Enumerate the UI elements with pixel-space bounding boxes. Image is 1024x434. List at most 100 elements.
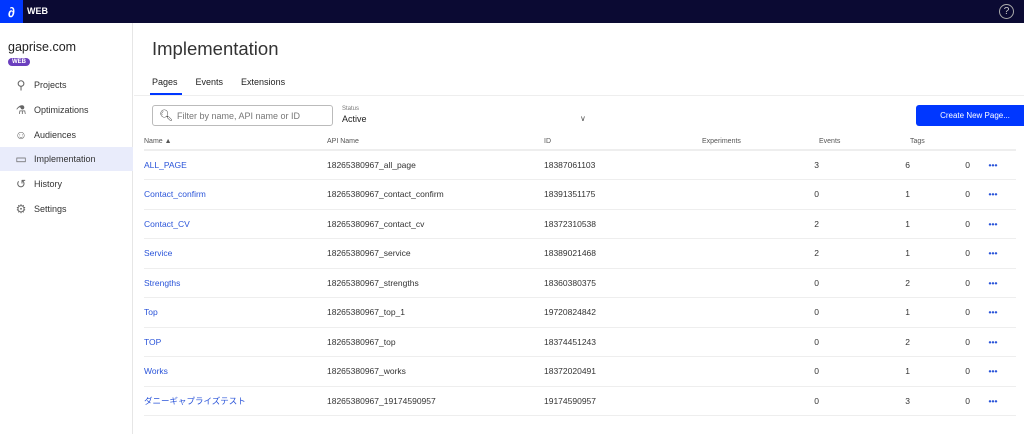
page-id: 18372310538 [544, 209, 702, 239]
status-dropdown[interactable]: Status Active ∨ [342, 106, 586, 124]
page-name-link[interactable]: Strengths [144, 268, 327, 298]
experiments-count: 0 [702, 327, 819, 357]
events-count: 1 [819, 238, 910, 269]
page-id: 18374451243 [544, 327, 702, 357]
column-header-tags[interactable]: Tags [910, 134, 970, 151]
tags-count: 0 [910, 297, 970, 328]
main-content: Implementation Pages Events Extensions 🔍… [134, 23, 1024, 434]
page-name-link[interactable]: Service [144, 238, 327, 269]
divider [134, 95, 1024, 96]
events-count: 2 [819, 327, 910, 357]
experiments-count: 3 [702, 150, 819, 180]
search-input[interactable]: 🔍︎ Filter by name, API name or ID [152, 105, 333, 126]
tab-pages[interactable]: Pages [150, 77, 182, 95]
column-header-api-name[interactable]: API Name [327, 134, 544, 151]
status-value: Active [342, 114, 367, 124]
experiments-count: 2 [702, 209, 819, 239]
api-name: 18265380967_service [327, 238, 544, 269]
table-row: Contact_CV 18265380967_contact_cv 183723… [144, 209, 1016, 239]
more-actions-icon[interactable]: ••• [970, 268, 1016, 298]
help-icon[interactable]: ? [999, 4, 1014, 19]
platform-badge: WEB [8, 58, 30, 66]
experiments-count: 0 [702, 386, 819, 416]
tags-count: 0 [910, 238, 970, 269]
sidebar-item-label: Implementation [34, 154, 96, 165]
table-row: Contact_confirm 18265380967_contact_conf… [144, 179, 1016, 210]
table-row: Top 18265380967_top_1 19720824842 0 1 0 … [144, 297, 1016, 328]
page-name-link[interactable]: Top [144, 297, 327, 328]
page-name-link[interactable]: Contact_confirm [144, 179, 327, 210]
more-actions-icon[interactable]: ••• [970, 327, 1016, 357]
api-name: 18265380967_top [327, 327, 544, 357]
column-header-actions [970, 134, 1016, 151]
page-name-link[interactable]: TOP [144, 327, 327, 357]
tab-events[interactable]: Events [196, 77, 228, 95]
page-id: 19174590957 [544, 386, 702, 416]
table-row: Strengths 18265380967_strengths 18360380… [144, 268, 1016, 298]
api-name: 18265380967_contact_cv [327, 209, 544, 239]
events-count: 2 [819, 268, 910, 298]
page-name-link[interactable]: Works [144, 356, 327, 387]
column-header-events[interactable]: Events [819, 134, 910, 151]
experiments-count: 2 [702, 238, 819, 269]
api-name: 18265380967_contact_confirm [327, 179, 544, 210]
table-row: ALL_PAGE 18265380967_all_page 1838706110… [144, 150, 1016, 180]
more-actions-icon[interactable]: ••• [970, 150, 1016, 180]
page-title: Implementation [152, 38, 279, 59]
events-count: 1 [819, 356, 910, 387]
tags-count: 0 [910, 386, 970, 416]
events-count: 1 [819, 297, 910, 328]
events-count: 6 [819, 150, 910, 180]
sidebar: gaprise.com WEB ⚲ Projects ⚗ Optimizations ☺… [0, 23, 133, 434]
more-actions-icon[interactable]: ••• [970, 356, 1016, 387]
tags-count: 0 [910, 327, 970, 357]
column-header-experiments[interactable]: Experiments [702, 134, 819, 151]
table-row: Service 18265380967_service 18389021468 … [144, 238, 1016, 269]
events-count: 1 [819, 209, 910, 239]
page-id: 18372020491 [544, 356, 702, 387]
experiments-count: 0 [702, 268, 819, 298]
sidebar-item-label: History [34, 179, 63, 190]
chevron-down-icon: ∨ [580, 114, 586, 123]
table-row: Works 18265380967_works 18372020491 0 1 … [144, 356, 1016, 387]
sidebar-item-projects[interactable]: ⚲ Projects [0, 73, 133, 97]
column-header-name[interactable]: Name ▲ [144, 134, 327, 151]
table-row: ダニーギャプライズテスト 18265380967_19174590957 191… [144, 386, 1016, 416]
events-count: 3 [819, 386, 910, 416]
sidebar-item-optimizations[interactable]: ⚗ Optimizations [0, 98, 133, 122]
experiments-count: 0 [702, 179, 819, 210]
tags-count: 0 [910, 150, 970, 180]
sidebar-item-label: Projects [34, 80, 67, 90]
sidebar-item-settings[interactable]: ⚙ Settings [0, 197, 133, 221]
more-actions-icon[interactable]: ••• [970, 209, 1016, 239]
column-header-id[interactable]: ID [544, 134, 702, 151]
app-name: WEB [27, 6, 48, 16]
optimizely-logo-icon[interactable]: ∂ [0, 0, 23, 23]
status-label: Status [342, 106, 360, 112]
tags-count: 0 [910, 268, 970, 298]
page-id: 18391351175 [544, 179, 702, 210]
api-name: 18265380967_top_1 [327, 297, 544, 328]
sidebar-item-implementation[interactable]: ▭ Implementation [0, 147, 133, 172]
sidebar-item-audiences[interactable]: ☺ Audiences [0, 123, 133, 147]
sidebar-item-history[interactable]: ↺ History [0, 172, 133, 196]
sidebar-item-label: Audiences [34, 129, 77, 140]
page-name-link[interactable]: Contact_CV [144, 209, 327, 239]
history-icon: ↺ [15, 177, 27, 192]
api-name: 18265380967_works [327, 356, 544, 387]
api-name: 18265380967_strengths [327, 268, 544, 298]
tab-extensions[interactable]: Extensions [241, 77, 289, 95]
more-actions-icon[interactable]: ••• [970, 386, 1016, 416]
page-name-link[interactable]: ダニーギャプライズテスト [144, 386, 327, 416]
page-id: 18389021468 [544, 238, 702, 269]
page-name-link[interactable]: ALL_PAGE [144, 150, 327, 180]
page-id: 18360380375 [544, 268, 702, 298]
create-new-page-button[interactable]: Create New Page... [916, 105, 1024, 126]
sort-ascending-icon: ▲ [164, 138, 172, 145]
search-placeholder: Filter by name, API name or ID [176, 110, 301, 121]
tags-count: 0 [910, 356, 970, 387]
tags-count: 0 [910, 179, 970, 210]
more-actions-icon[interactable]: ••• [970, 238, 1016, 269]
more-actions-icon[interactable]: ••• [970, 297, 1016, 328]
more-actions-icon[interactable]: ••• [970, 179, 1016, 210]
